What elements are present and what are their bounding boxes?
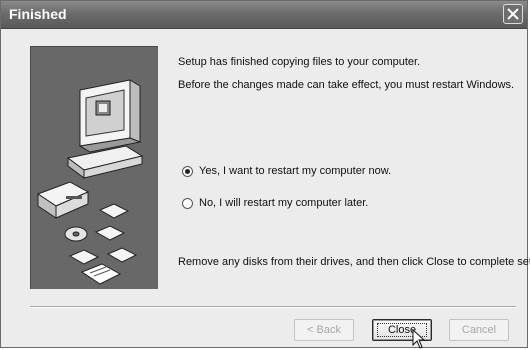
computer-base-icon [66, 145, 144, 179]
restart-later-radio[interactable] [182, 197, 193, 209]
manual-icon [80, 263, 122, 285]
back-button[interactable]: < Back [294, 319, 354, 341]
window-title: Finished [9, 6, 67, 22]
mouse-pointer-icon [412, 329, 426, 349]
computer-setup-illustration-icon [36, 79, 144, 285]
restart-now-radio[interactable] [182, 165, 193, 177]
title-bar[interactable]: Finished [1, 1, 527, 29]
restart-required-message: Before the changes made can take effect,… [178, 79, 515, 91]
restart-now-option[interactable]: Yes, I want to restart my computer now. [182, 164, 391, 178]
restart-now-label[interactable]: Yes, I want to restart my computer now. [199, 165, 391, 177]
cancel-button[interactable]: Cancel [449, 319, 509, 341]
setup-finished-dialog: Finished Setup has finished copying file… [0, 0, 530, 349]
status-message: Setup has finished copying files to your… [178, 56, 421, 68]
close-x-icon [507, 8, 519, 20]
title-close-button[interactable] [503, 4, 523, 24]
drive-icon [36, 181, 90, 219]
cd-disc-icon [64, 226, 88, 242]
restart-later-option[interactable]: No, I will restart my computer later. [182, 196, 368, 210]
monitor-icon [78, 79, 142, 153]
setup-illustration-panel [30, 46, 158, 289]
footer-divider [30, 306, 516, 308]
restart-later-label[interactable]: No, I will restart my computer later. [199, 197, 368, 209]
remove-disks-message: Remove any disks from their drives, and … [178, 256, 530, 268]
